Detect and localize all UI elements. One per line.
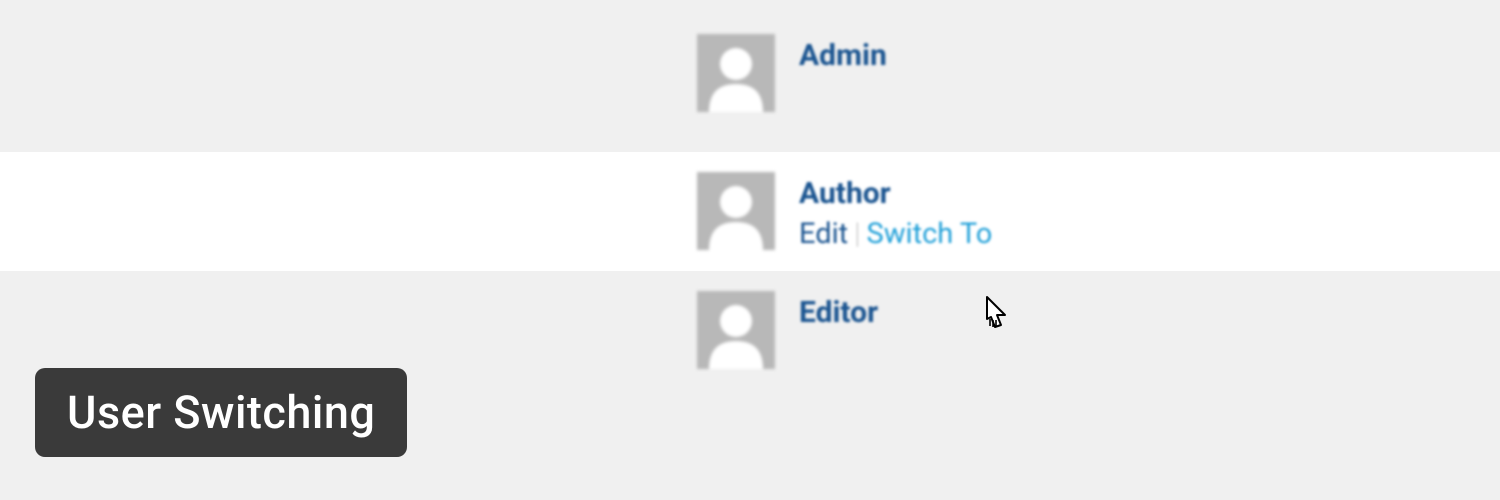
row-actions: Edit | Switch To <box>799 217 992 251</box>
user-name-link[interactable]: Editor <box>799 295 878 330</box>
user-info: Editor <box>799 291 878 330</box>
avatar-placeholder-icon <box>697 291 775 369</box>
user-row-author: Author Edit | Switch To <box>0 152 1500 271</box>
user-info: Admin <box>799 34 887 73</box>
user-row-admin: Admin <box>0 0 1500 152</box>
avatar-placeholder-icon <box>697 172 775 250</box>
edit-link[interactable]: Edit <box>799 217 848 251</box>
user-info: Author Edit | Switch To <box>799 172 992 251</box>
action-separator: | <box>854 217 860 251</box>
user-name-link[interactable]: Author <box>799 176 992 211</box>
avatar-placeholder-icon <box>697 34 775 112</box>
user-name-link[interactable]: Admin <box>799 38 887 73</box>
plugin-title-banner: User Switching <box>35 368 407 457</box>
switch-to-link[interactable]: Switch To <box>867 217 993 251</box>
cursor-pointer-icon <box>977 293 1015 335</box>
